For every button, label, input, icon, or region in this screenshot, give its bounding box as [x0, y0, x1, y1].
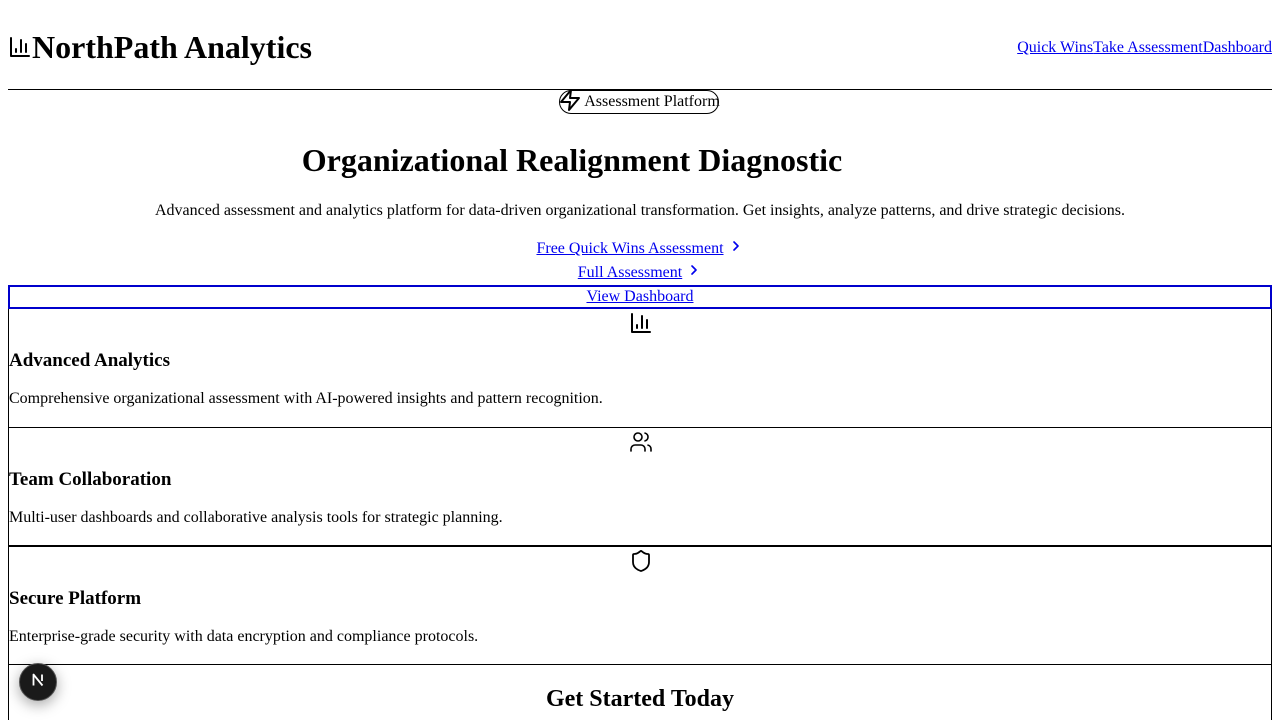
feature-card-collaboration: Team Collaboration Multi-user dashboards…	[8, 427, 1272, 546]
bar-chart-icon	[629, 311, 653, 340]
feature-description: Multi-user dashboards and collaborative …	[9, 509, 503, 526]
get-started-title: Get Started Today	[545, 686, 734, 712]
feature-description: Comprehensive organizational assessment …	[9, 390, 603, 407]
nav-link-take-assessment[interactable]: Take Assessment	[1093, 38, 1203, 58]
zap-icon	[558, 88, 582, 117]
main-nav: Quick Wins Take Assessment Dashboard	[1017, 38, 1272, 58]
get-started-section: Get Started Today	[8, 664, 1272, 720]
full-assessment-link[interactable]: Full Assessment	[578, 263, 682, 283]
feature-card-security: Secure Platform Enterprise-grade securit…	[8, 546, 1272, 665]
view-dashboard-link[interactable]: View Dashboard	[586, 287, 693, 307]
brand-name: NorthPath Analytics	[32, 29, 312, 65]
platform-badge-label: Assessment Platform	[584, 93, 720, 110]
feature-title: Secure Platform	[9, 588, 142, 609]
page-title: Organizational Realignment Diagnostic	[301, 142, 843, 178]
brand[interactable]: NorthPath Analytics	[8, 28, 312, 66]
nextjs-dev-badge[interactable]	[19, 663, 57, 701]
nextjs-logo-icon	[29, 671, 47, 694]
feature-description: Enterprise-grade security with data encr…	[9, 628, 479, 645]
nav-link-dashboard[interactable]: Dashboard	[1203, 38, 1272, 58]
quick-wins-assessment-link[interactable]: Free Quick Wins Assessment	[536, 239, 723, 259]
view-dashboard-button[interactable]: View Dashboard	[8, 285, 1272, 309]
site-header: NorthPath Analytics Quick Wins Take Asse…	[8, 0, 1272, 90]
users-icon	[629, 430, 653, 459]
feature-title: Team Collaboration	[9, 469, 172, 490]
cta-row-quick-wins: Free Quick Wins Assessment	[0, 238, 1280, 260]
chevron-right-icon	[728, 238, 744, 260]
nav-link-quick-wins[interactable]: Quick Wins	[1017, 38, 1093, 58]
feature-title: Advanced Analytics	[9, 350, 170, 371]
hero-subtitle: Advanced assessment and analytics platfo…	[154, 202, 1126, 219]
cta-row-full-assessment: Full Assessment	[0, 262, 1280, 284]
chevron-right-icon	[686, 262, 702, 284]
platform-badge: Assessment Platform	[558, 88, 720, 117]
shield-icon	[629, 549, 653, 578]
feature-card-analytics: Advanced Analytics Comprehensive organiz…	[8, 309, 1272, 428]
bar-chart-icon	[8, 35, 32, 59]
